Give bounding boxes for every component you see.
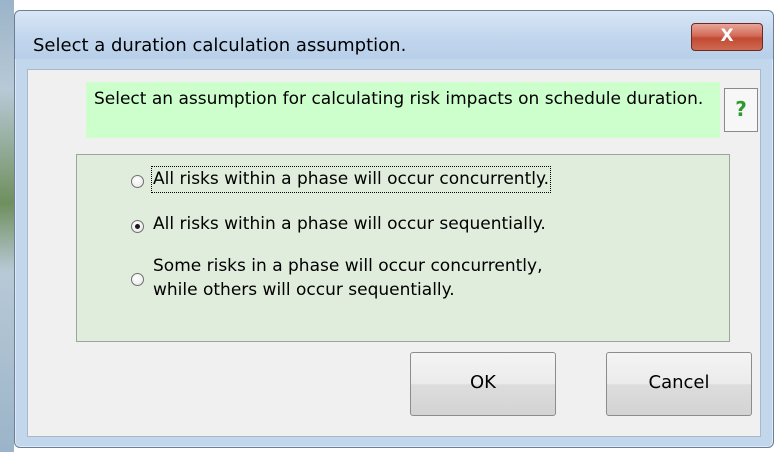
- radio-label-sequential[interactable]: All risks within a phase will occur sequ…: [153, 213, 546, 236]
- close-icon: X: [720, 26, 734, 46]
- assumption-options-frame: All risks within a phase will occur conc…: [76, 154, 730, 342]
- dialog-body: Select an assumption for calculating ris…: [27, 69, 761, 437]
- radio-label-mixed-line2[interactable]: while others will occur sequentially.: [153, 279, 455, 302]
- window-title: Select a duration calculation assumption…: [33, 35, 407, 56]
- radio-sequential[interactable]: [131, 220, 144, 233]
- radio-concurrent[interactable]: [131, 175, 144, 188]
- radio-label-mixed-line1[interactable]: Some risks in a phase will occur concurr…: [153, 255, 543, 278]
- cancel-button-label: Cancel: [648, 372, 710, 393]
- radio-mixed[interactable]: [131, 273, 144, 286]
- background-application: [0, 0, 14, 452]
- close-button[interactable]: X: [691, 23, 763, 51]
- instruction-text: Select an assumption for calculating ris…: [86, 82, 720, 138]
- radio-selected-dot: [135, 224, 140, 229]
- ok-button-label: OK: [470, 372, 496, 393]
- screen: Select a duration calculation assumption…: [0, 0, 780, 452]
- help-button[interactable]: ?: [724, 88, 758, 132]
- ok-button[interactable]: OK: [410, 352, 556, 416]
- dialog-window: Select a duration calculation assumption…: [14, 10, 774, 448]
- help-icon: ?: [735, 97, 747, 121]
- cancel-button[interactable]: Cancel: [606, 352, 752, 416]
- title-bar[interactable]: Select a duration calculation assumption…: [15, 11, 773, 59]
- radio-label-concurrent[interactable]: All risks within a phase will occur conc…: [151, 166, 551, 193]
